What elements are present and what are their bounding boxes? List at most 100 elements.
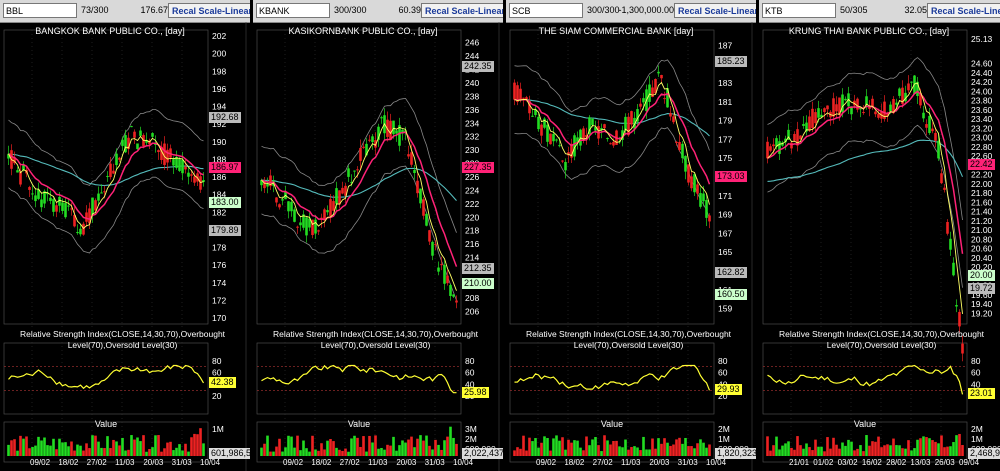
volume-bar — [410, 436, 413, 456]
price-tick-label: 208 — [465, 293, 479, 303]
candle-body — [341, 187, 344, 194]
recal-scale-button[interactable]: Recal Scale-Linear — [674, 3, 756, 18]
candle-body — [708, 215, 711, 222]
volume-bar — [335, 447, 338, 456]
chart-panel-bbl[interactable]: BBL 73/300 176.67 Recal Scale-Linear 202 200 1… — [0, 0, 250, 471]
volume-bar — [416, 438, 419, 456]
candle-body — [455, 300, 458, 303]
date-tick-label: 13/03 — [910, 458, 931, 467]
volume-bar — [311, 435, 314, 456]
volume-bar — [100, 447, 103, 456]
volume-bar — [37, 436, 40, 456]
candle-body — [522, 97, 525, 99]
volume-bar — [61, 442, 64, 456]
chart-panel-ktb[interactable]: KTB50/30532.05Recal Scale-Linear25.1324.… — [759, 0, 1000, 471]
price-chart-canvas[interactable]: 1871851831811791771751731711691671651631… — [506, 22, 756, 471]
volume-bar — [690, 446, 693, 456]
date-tick-label: 11/03 — [115, 458, 135, 467]
price-chart-canvas[interactable]: 2022001981961941921901881861841821801781… — [0, 22, 250, 471]
volume-bar — [296, 435, 299, 456]
volume-bar — [392, 436, 395, 456]
price-tick-label: 159 — [718, 304, 732, 314]
volume-bar — [883, 445, 886, 456]
volume-bar — [326, 440, 329, 456]
price-tag: 162.82 — [715, 266, 747, 278]
price-chart-canvas[interactable]: 25.1324.6024.4024.2024.0023.8023.6023.40… — [759, 22, 1000, 471]
volume-bar — [103, 448, 106, 456]
rsi-line — [8, 364, 205, 390]
price-chart-canvas[interactable]: 2462442422402382362342322302282262242222… — [253, 22, 503, 471]
volume-bar — [347, 451, 350, 456]
date-tick-label: 09/04 — [959, 458, 980, 467]
volume-bar — [790, 447, 793, 456]
volume-bar — [49, 445, 52, 456]
chart-panel-kbank[interactable]: KBANK 300/300 60.39 Recal Scale-Linear 246 24… — [253, 0, 503, 471]
volume-bar — [805, 443, 808, 456]
volume-bar — [386, 444, 389, 456]
candle-body — [591, 118, 594, 126]
rsi-tick-label: 80 — [212, 356, 222, 366]
volume-bar — [10, 440, 13, 456]
lower-band — [514, 127, 710, 219]
recal-scale-button[interactable]: Recal Scale-Linear — [421, 3, 503, 18]
volume-bar — [841, 442, 844, 456]
candle-body — [681, 143, 684, 159]
recal-scale-button[interactable]: Recal Scale-Linear — [168, 3, 250, 18]
symbol-input[interactable]: SCB — [509, 3, 583, 18]
date-tick-label: 27/02 — [592, 458, 613, 467]
price-tick-label: 171 — [718, 191, 732, 201]
volume-bar — [787, 441, 790, 456]
date-tick-label: 20/03 — [396, 458, 417, 467]
candle-body — [531, 115, 534, 117]
volume-bar — [145, 451, 148, 456]
volume-bar — [865, 435, 868, 456]
volume-bar — [669, 445, 672, 456]
symbol-input[interactable]: BBL — [3, 3, 77, 18]
volume-bar — [34, 445, 37, 456]
volume-bar — [67, 446, 70, 456]
candle-body — [64, 203, 67, 218]
candle-body — [925, 124, 928, 128]
volume-bar — [928, 438, 931, 456]
rsi-value-tag: 25.98 — [462, 386, 489, 398]
candle-body — [778, 141, 781, 154]
candle-body — [103, 191, 106, 193]
candle-body — [362, 146, 365, 148]
symbol-input[interactable]: KTB — [762, 3, 836, 18]
volume-bar — [615, 440, 618, 456]
last-value: 176.67 — [140, 5, 168, 15]
volume-bar — [958, 433, 961, 456]
candle-body — [639, 103, 642, 107]
candle-body — [193, 176, 196, 183]
volume-bar — [784, 443, 787, 456]
volume-bar — [281, 451, 284, 456]
volume-bar — [633, 446, 636, 456]
volume-bar — [178, 444, 181, 456]
candle-body — [549, 133, 552, 145]
candle-body — [410, 152, 413, 165]
candle-body — [907, 83, 910, 91]
price-tick-label: 246 — [465, 38, 479, 48]
candle-body — [669, 113, 672, 117]
volume-bar — [684, 437, 687, 456]
chart-panel-scb[interactable]: SCB 300/300 -1,300,000.00 Recal Scale-Linea… — [506, 0, 756, 471]
last-value: 32.05 — [904, 5, 927, 15]
volume-title: Value — [347, 419, 371, 429]
symbol-input[interactable]: KBANK — [256, 3, 330, 18]
volume-bar — [552, 438, 555, 456]
volume-tick-label: 1M — [212, 424, 224, 434]
candle-body — [910, 81, 913, 83]
volume-bar — [838, 448, 841, 456]
volume-bar — [823, 451, 826, 456]
volume-bar — [359, 446, 362, 456]
recal-scale-button[interactable]: Recal Scale-Linear — [927, 3, 1000, 18]
volume-bar — [648, 449, 651, 456]
volume-bar — [130, 435, 133, 456]
candle-body — [555, 139, 558, 141]
price-tick-label: 177 — [718, 134, 732, 144]
candle-body — [958, 311, 961, 327]
upper-band — [261, 97, 457, 233]
candle-body — [552, 133, 555, 142]
volume-bar — [618, 446, 621, 456]
candle-body — [835, 104, 838, 112]
